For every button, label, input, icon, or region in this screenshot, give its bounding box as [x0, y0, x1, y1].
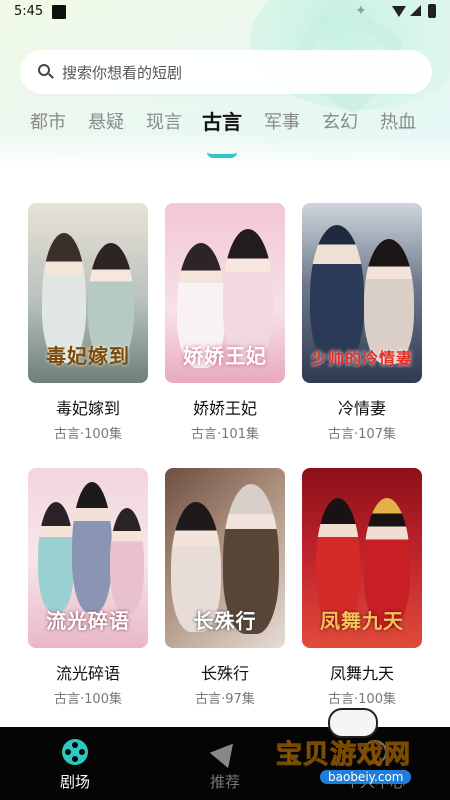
drama-meta: 古言·101集	[191, 427, 259, 442]
drama-meta: 古言·100集	[54, 427, 122, 442]
drama-title: 凤舞九天	[329, 664, 394, 683]
drama-card[interactable]: 凤舞九天 凤舞九天 古言·100集	[302, 468, 422, 707]
active-tab-indicator	[207, 152, 237, 158]
drama-poster[interactable]: 长殊行	[165, 468, 285, 648]
status-bar: 5:45 ✦	[0, 0, 450, 26]
search-icon	[38, 64, 54, 80]
wifi-icon	[392, 6, 406, 17]
tab-guyan[interactable]: 古言	[202, 106, 242, 135]
drama-title: 冷情妻	[337, 399, 386, 418]
tab-rexue[interactable]: 热血	[380, 108, 416, 134]
drama-meta: 古言·97集	[195, 692, 255, 707]
battery-icon	[428, 4, 436, 18]
nav-label: 剧场	[59, 773, 90, 791]
notification-icon	[52, 5, 66, 19]
drama-title: 流光碎语	[55, 664, 120, 683]
drama-card[interactable]: 娇娇王妃 娇娇王妃 古言·101集	[165, 203, 285, 442]
drama-meta: 古言·100集	[54, 692, 122, 707]
poster-title-art: 长殊行	[193, 609, 257, 633]
nav-theater[interactable]: 剧场	[0, 727, 150, 800]
drama-card[interactable]: 少帅的冷情妻 冷情妻 古言·107集	[302, 203, 422, 442]
watermark-text: 宝贝游戏网	[275, 740, 412, 771]
drama-card[interactable]: 长殊行 长殊行 古言·97集	[165, 468, 285, 707]
poster-title-art: 毒妃嫁到	[46, 344, 130, 368]
drama-poster[interactable]: 少帅的冷情妻	[302, 203, 422, 383]
watermark-logo: 宝贝游戏网 baobeiy.com	[268, 708, 448, 798]
drama-title: 长殊行	[200, 664, 249, 683]
category-tabs: 都市 悬疑 现言 古言 军事 玄幻 热血	[0, 108, 450, 138]
poster-title-art: 少帅的冷情妻	[310, 349, 413, 368]
tab-junshi[interactable]: 军事	[264, 108, 300, 134]
search-bar[interactable]: 搜索你想看的短剧	[20, 50, 432, 94]
poster-title-art: 流光碎语	[46, 609, 130, 633]
drama-title: 毒妃嫁到	[55, 399, 120, 418]
drama-poster[interactable]: 娇娇王妃	[165, 203, 285, 383]
poster-title-art: 娇娇王妃	[183, 344, 267, 368]
poster-title-art: 凤舞九天	[320, 609, 404, 633]
drama-card[interactable]: 流光碎语 流光碎语 古言·100集	[28, 468, 148, 707]
tab-dushi[interactable]: 都市	[30, 108, 66, 134]
status-time: 5:45	[14, 4, 44, 19]
tab-xianyan[interactable]: 现言	[146, 108, 182, 134]
watermark-url: baobeiy.com	[320, 770, 412, 784]
tab-xuanhuan[interactable]: 玄幻	[322, 108, 358, 134]
search-placeholder: 搜索你想看的短剧	[62, 63, 183, 82]
drama-poster[interactable]: 凤舞九天	[302, 468, 422, 648]
film-reel-icon	[60, 737, 90, 767]
drama-meta: 古言·107集	[328, 427, 396, 442]
drama-title: 娇娇王妃	[192, 399, 257, 418]
drama-card[interactable]: 毒妃嫁到 毒妃嫁到 古言·100集	[28, 203, 148, 442]
send-icon	[209, 735, 243, 769]
game-controller-icon: ✦	[355, 3, 367, 19]
signal-icon	[410, 5, 421, 16]
tab-xuanyi[interactable]: 悬疑	[88, 108, 124, 134]
drama-poster[interactable]: 毒妃嫁到	[28, 203, 148, 383]
drama-poster[interactable]: 流光碎语	[28, 468, 148, 648]
drama-meta: 古言·100集	[328, 692, 396, 707]
